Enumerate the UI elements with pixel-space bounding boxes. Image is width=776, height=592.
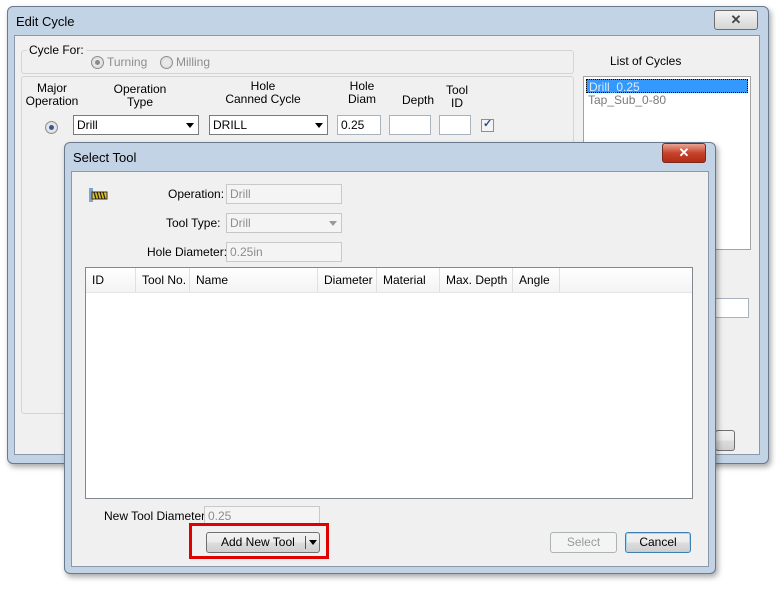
tool-id-header: Tool ID bbox=[445, 83, 468, 110]
chevron-down-icon bbox=[315, 123, 323, 128]
cancel-button[interactable]: Cancel bbox=[625, 532, 691, 553]
chevron-down-icon bbox=[329, 221, 337, 226]
side-button[interactable] bbox=[715, 430, 735, 451]
turning-label: Turning bbox=[107, 55, 148, 69]
column-header-diameter[interactable]: Diameter bbox=[318, 268, 377, 292]
hole-diam-input[interactable]: 0.25 bbox=[337, 115, 381, 135]
column-header-name[interactable]: Name bbox=[190, 268, 318, 292]
list-item[interactable]: Drill_0.25 bbox=[586, 79, 748, 94]
hole-diameter-field: 0.25in bbox=[226, 242, 342, 262]
operation-field: Drill bbox=[226, 184, 342, 204]
select-tool-close-button[interactable]: ✕ bbox=[662, 143, 706, 163]
hole-diameter-label: Hole Diameter: bbox=[147, 245, 228, 259]
column-header-id[interactable]: ID bbox=[86, 268, 136, 292]
list-of-cycles-label: List of Cycles bbox=[610, 54, 682, 68]
tools-table-header: ID Tool No. Name Diameter Material Max. … bbox=[86, 268, 692, 293]
select-tool-titlebar[interactable]: Select Tool ✕ bbox=[65, 143, 715, 171]
select-button[interactable]: Select bbox=[550, 532, 617, 553]
edit-cycle-close-button[interactable]: ✕ bbox=[714, 10, 758, 30]
turning-radio[interactable] bbox=[91, 56, 104, 69]
tool-type-combo: Drill bbox=[226, 213, 342, 233]
close-icon: ✕ bbox=[678, 145, 690, 160]
tool-type-label: Tool Type: bbox=[166, 216, 221, 230]
column-header-max-depth[interactable]: Max. Depth bbox=[440, 268, 513, 292]
select-tool-title: Select Tool bbox=[73, 150, 137, 165]
side-input[interactable] bbox=[715, 298, 749, 318]
milling-label: Milling bbox=[176, 55, 211, 69]
tool-type-value: Drill bbox=[230, 216, 251, 230]
cycle-for-label: Cycle For: bbox=[27, 43, 86, 57]
add-new-tool-button[interactable]: Add New Tool bbox=[206, 532, 320, 553]
add-new-tool-label: Add New Tool bbox=[221, 535, 295, 549]
operation-type-value: Drill bbox=[77, 118, 98, 132]
depth-header: Depth bbox=[401, 93, 435, 107]
split-divider bbox=[305, 536, 306, 549]
column-header-angle[interactable]: Angle bbox=[513, 268, 560, 292]
major-operation-header: Major Operation bbox=[25, 81, 79, 108]
hole-canned-cycle-header: Hole Canned Cycle bbox=[225, 79, 301, 106]
column-header-material[interactable]: Material bbox=[377, 268, 440, 292]
edit-cycle-title: Edit Cycle bbox=[16, 14, 75, 29]
operation-type-combo[interactable]: Drill bbox=[73, 115, 199, 135]
close-icon: ✕ bbox=[730, 12, 742, 27]
operation-type-header: Operation Type bbox=[113, 82, 167, 109]
drill-tool-icon bbox=[89, 188, 108, 202]
new-tool-diameter-label: New Tool Diameter: bbox=[104, 509, 209, 523]
chevron-down-icon bbox=[186, 123, 194, 128]
canned-cycle-value: DRILL bbox=[213, 118, 248, 132]
select-tool-window: Select Tool ✕ Operation: Drill Tool Type… bbox=[64, 142, 716, 574]
depth-input[interactable] bbox=[389, 115, 431, 135]
chevron-down-icon[interactable] bbox=[309, 540, 317, 545]
milling-radio[interactable] bbox=[160, 56, 173, 69]
tool-id-input[interactable] bbox=[439, 115, 471, 135]
select-tool-client: Operation: Drill Tool Type: Drill Hole D… bbox=[71, 171, 709, 567]
list-item[interactable]: Tap_Sub_0-80 bbox=[586, 93, 748, 107]
column-header-tool-no[interactable]: Tool No. bbox=[136, 268, 190, 292]
hole-diam-header: Hole Diam bbox=[347, 79, 376, 106]
tools-table[interactable]: ID Tool No. Name Diameter Material Max. … bbox=[85, 267, 693, 499]
operation-label: Operation: bbox=[168, 187, 225, 201]
canned-cycle-combo[interactable]: DRILL bbox=[209, 115, 328, 135]
tool-id-checkbox[interactable] bbox=[481, 117, 494, 132]
edit-cycle-titlebar[interactable]: Edit Cycle ✕ bbox=[8, 7, 768, 35]
major-operation-radio[interactable] bbox=[45, 121, 58, 134]
